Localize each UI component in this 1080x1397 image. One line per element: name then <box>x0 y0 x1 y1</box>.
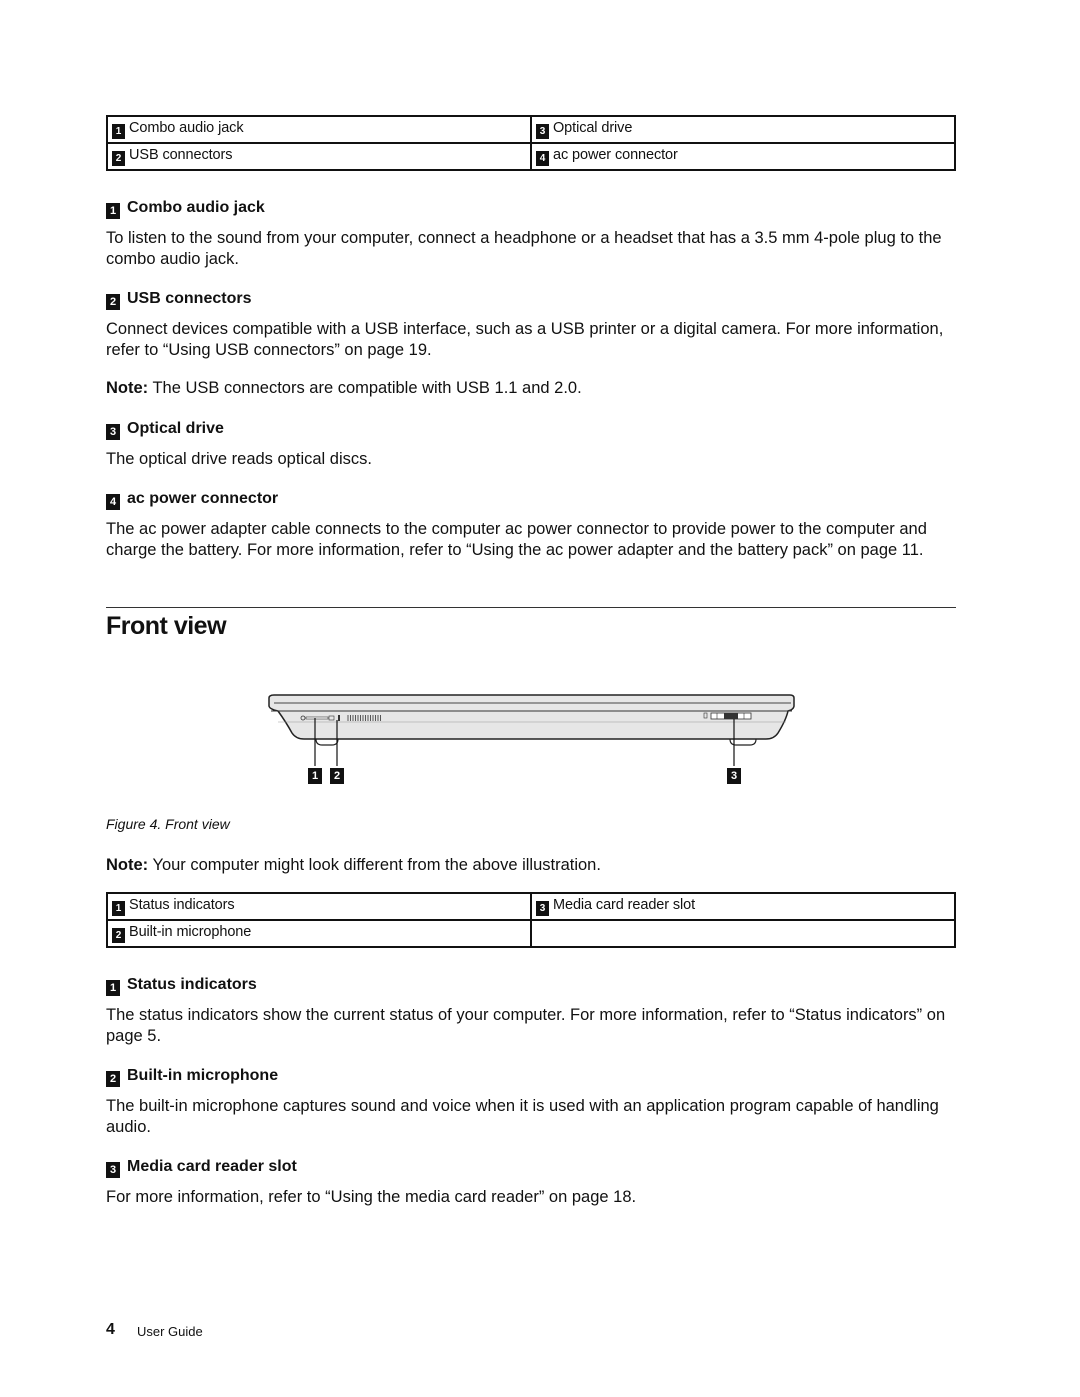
note: Note: The USB connectors are compatible … <box>106 378 951 399</box>
callout-badge: 3 <box>536 901 549 916</box>
section-body: To listen to the sound from your compute… <box>106 229 942 268</box>
figure-callout-1: 1 <box>308 768 322 784</box>
cell-label: Media card reader slot <box>553 897 696 913</box>
heading-text: Built-in microphone <box>127 1067 279 1084</box>
front-view-legend-table: 1 Status indicators 3 Media card reader sl… <box>106 892 956 948</box>
callout-badge: 4 <box>536 151 549 166</box>
table-cell: 3 Media card reader slot <box>530 892 956 921</box>
front-view-illustration: 1 2 3 <box>266 690 801 795</box>
section-body: The built-in microphone captures sound a… <box>106 1097 939 1136</box>
table-cell: 2 USB connectors <box>106 142 532 171</box>
heading-text: Media card reader slot <box>127 1158 297 1175</box>
section-heading-built-in-microphone: 2 Built-in microphone <box>106 1067 278 1087</box>
table-cell: 2 Built-in microphone <box>106 919 532 948</box>
table-cell: 1 Status indicators <box>106 892 532 921</box>
page-section-title: Front view <box>106 612 227 640</box>
laptop-front-view-drawing <box>268 694 795 766</box>
page-number: 4 <box>106 1321 115 1338</box>
table-cell: 4 ac power connector <box>530 142 956 171</box>
callout-badge: 1 <box>112 901 125 916</box>
section-body: Connect devices compatible with a USB in… <box>106 320 944 359</box>
callout-badge: 4 <box>106 494 120 510</box>
callout-badge: 1 <box>106 203 120 219</box>
note-label: Note: <box>106 856 149 874</box>
section-heading-ac-power-connector: 4 ac power connector <box>106 490 278 510</box>
callout-badge: 2 <box>106 1071 120 1087</box>
figure-callout-2: 2 <box>330 768 344 784</box>
section-heading-optical-drive: 3 Optical drive <box>106 420 224 440</box>
table-row: 2 Built-in microphone <box>106 919 956 948</box>
table-row: 2 USB connectors 4 ac power connector <box>106 142 956 171</box>
cell-label: Optical drive <box>553 120 633 136</box>
cell-label: Combo audio jack <box>129 120 244 136</box>
section-heading-media-card-reader-slot: 3 Media card reader slot <box>106 1158 297 1178</box>
section-body: The status indicators show the current s… <box>106 1006 946 1045</box>
footer-label: User Guide <box>137 1324 203 1339</box>
callout-badge: 2 <box>112 151 125 166</box>
callout-badge: 1 <box>106 980 120 996</box>
section-heading-combo-audio-jack: 1 Combo audio jack <box>106 199 265 219</box>
callout-badge: 3 <box>106 1162 120 1178</box>
section-divider <box>106 607 956 608</box>
heading-text: Optical drive <box>127 420 224 437</box>
heading-text: Combo audio jack <box>127 199 265 216</box>
figure-callout-3: 3 <box>727 768 741 784</box>
section-body: For more information, refer to “Using th… <box>106 1188 637 1206</box>
table-cell: 3 Optical drive <box>530 115 956 144</box>
note-label: Note: <box>106 379 149 397</box>
callout-badge: 1 <box>112 124 125 139</box>
note: Note: Your computer might look different… <box>106 855 951 876</box>
figure-caption: Figure 4. Front view <box>106 816 230 832</box>
rear-view-legend-table: 1 Combo audio jack 3 Optical drive 2 USB co… <box>106 115 956 171</box>
cell-label: Status indicators <box>129 897 235 913</box>
heading-text: Status indicators <box>127 976 257 993</box>
callout-badge: 3 <box>536 124 549 139</box>
cell-label: ac power connector <box>553 147 678 163</box>
table-row: 1 Status indicators 3 Media card reader sl… <box>106 892 956 921</box>
callout-badge: 2 <box>106 294 120 310</box>
note-text: Your computer might look different from … <box>148 856 601 874</box>
section-body: The ac power adapter cable connects to t… <box>106 520 927 559</box>
callout-badge: 2 <box>112 928 125 943</box>
callout-badge: 3 <box>106 424 120 440</box>
section-body: The optical drive reads optical discs. <box>106 450 372 468</box>
table-cell: 1 Combo audio jack <box>106 115 532 144</box>
cell-label: Built-in microphone <box>129 924 252 940</box>
note-text: The USB connectors are compatible with U… <box>148 379 582 397</box>
table-row: 1 Combo audio jack 3 Optical drive <box>106 115 956 144</box>
table-cell-empty <box>530 919 956 948</box>
cell-label: USB connectors <box>129 147 233 163</box>
heading-text: USB connectors <box>127 290 252 307</box>
heading-text: ac power connector <box>127 490 279 507</box>
section-heading-usb-connectors: 2 USB connectors <box>106 290 251 310</box>
section-heading-status-indicators: 1 Status indicators <box>106 976 257 996</box>
